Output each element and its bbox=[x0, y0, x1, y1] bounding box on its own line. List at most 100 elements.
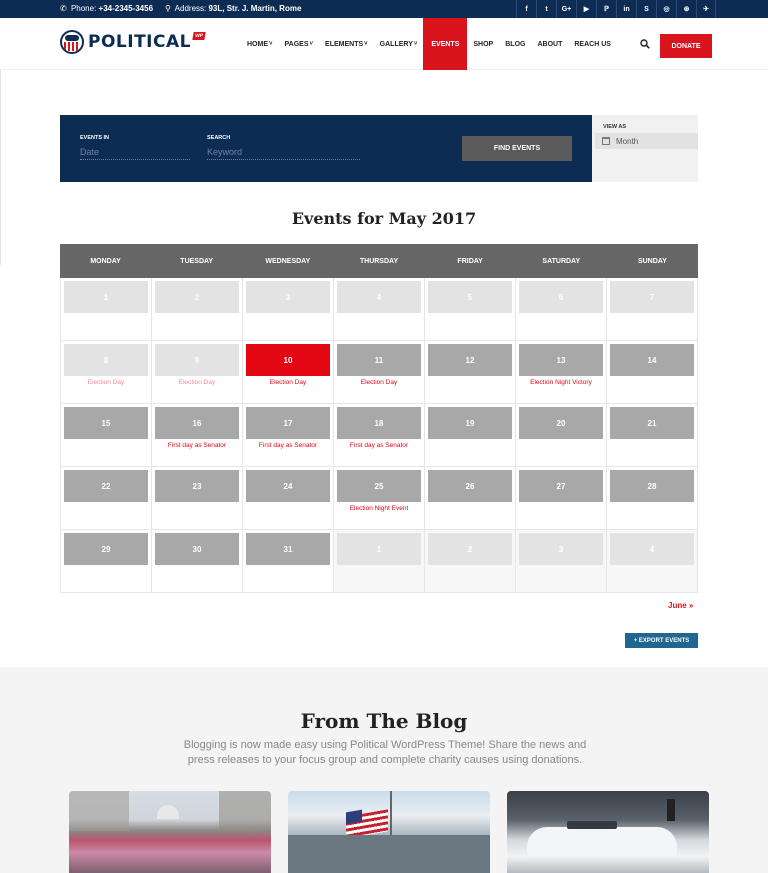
day-number[interactable]: 9 bbox=[155, 344, 239, 376]
day-number[interactable]: 14 bbox=[610, 344, 694, 376]
calendar-event-link[interactable]: Election Day bbox=[65, 379, 147, 387]
linkedin-icon[interactable]: in bbox=[616, 0, 636, 18]
twitter-icon[interactable]: t bbox=[536, 0, 556, 18]
weekday-header: FRIDAY bbox=[457, 257, 483, 265]
day-number[interactable]: 20 bbox=[519, 407, 603, 439]
calendar-day-cell: 2 bbox=[425, 530, 516, 593]
social-links: f t G+ ▶ ℙ in S ◎ ⊛ ✈ bbox=[516, 0, 716, 18]
nav-reach-us[interactable]: REACH US bbox=[568, 18, 617, 70]
day-number[interactable]: 3 bbox=[246, 281, 330, 313]
date-input[interactable]: Date bbox=[80, 147, 190, 160]
nav-blog[interactable]: BLOG bbox=[499, 18, 531, 70]
facebook-icon[interactable]: f bbox=[516, 0, 536, 18]
calendar-event-link[interactable]: Election Day bbox=[247, 379, 329, 387]
nav-events[interactable]: EVENTS bbox=[423, 18, 468, 70]
view-as-select[interactable]: Month bbox=[595, 133, 698, 149]
calendar-event-link[interactable]: First day as Senator bbox=[247, 442, 329, 450]
blog-card-image-march[interactable] bbox=[69, 791, 271, 873]
calendar-event-link[interactable]: Election Day bbox=[156, 379, 238, 387]
skype-icon[interactable]: S bbox=[636, 0, 656, 18]
day-number[interactable]: 27 bbox=[519, 470, 603, 502]
pinterest-icon[interactable]: ℙ bbox=[596, 0, 616, 18]
day-number[interactable]: 18 bbox=[337, 407, 421, 439]
weekday-header: SATURDAY bbox=[542, 257, 581, 265]
day-number[interactable]: 7 bbox=[610, 281, 694, 313]
calendar-event-link[interactable]: First day as Senator bbox=[156, 442, 238, 450]
foursquare-icon[interactable]: ✈ bbox=[696, 0, 716, 18]
day-number[interactable]: 30 bbox=[155, 533, 239, 565]
location-pin-icon: ⚲ bbox=[165, 4, 171, 13]
day-number[interactable]: 5 bbox=[428, 281, 512, 313]
day-number[interactable]: 15 bbox=[64, 407, 148, 439]
nav-home[interactable]: HOME ˅ bbox=[241, 18, 279, 70]
day-number[interactable]: 17 bbox=[246, 407, 330, 439]
site-logo[interactable]: POLITICAL WP bbox=[60, 30, 206, 54]
calendar-day-cell: 30 bbox=[152, 530, 243, 593]
next-month-link[interactable]: June » bbox=[668, 601, 693, 610]
day-number[interactable]: 4 bbox=[610, 533, 694, 565]
calendar-event-link[interactable]: Election Night Victory bbox=[520, 379, 602, 387]
day-number[interactable]: 23 bbox=[155, 470, 239, 502]
day-number[interactable]: 13 bbox=[519, 344, 603, 376]
keyword-input[interactable]: Keyword bbox=[207, 147, 360, 160]
chevron-down-icon: ˅ bbox=[309, 41, 314, 47]
nav-shop[interactable]: SHOP bbox=[467, 18, 499, 70]
calendar-day-cell: 25 Election Night Event bbox=[334, 467, 425, 530]
google-plus-icon[interactable]: G+ bbox=[556, 0, 576, 18]
youtube-icon[interactable]: ▶ bbox=[576, 0, 596, 18]
donate-button[interactable]: DONATE bbox=[660, 34, 712, 58]
nav-label: GALLERY bbox=[379, 40, 413, 48]
weekday-header: THURSDAY bbox=[359, 257, 399, 265]
day-number[interactable]: 12 bbox=[428, 344, 512, 376]
day-number[interactable]: 6 bbox=[519, 281, 603, 313]
nav-elements[interactable]: ELEMENTS ˅ bbox=[319, 18, 374, 70]
dribbble-icon[interactable]: ⊛ bbox=[676, 0, 696, 18]
search-icon[interactable] bbox=[640, 39, 650, 49]
nav-pages[interactable]: PAGES ˅ bbox=[279, 18, 320, 70]
day-number[interactable]: 4 bbox=[337, 281, 421, 313]
day-number[interactable]: 2 bbox=[428, 533, 512, 565]
day-number[interactable]: 28 bbox=[610, 470, 694, 502]
nav-gallery[interactable]: GALLERY ˅ bbox=[374, 18, 424, 70]
calendar-body: 1 2 3 4 5 6 7 8 Election Day 9 Election Day 10 Elect… bbox=[60, 278, 698, 593]
blog-card-image-flag[interactable] bbox=[288, 791, 490, 873]
instagram-icon[interactable]: ◎ bbox=[656, 0, 676, 18]
calendar-day-cell: 3 bbox=[243, 278, 334, 341]
blog-card-image-police[interactable] bbox=[507, 791, 709, 873]
nav-label: PAGES bbox=[284, 40, 309, 48]
day-number[interactable]: 8 bbox=[64, 344, 148, 376]
day-number[interactable]: 16 bbox=[155, 407, 239, 439]
day-number[interactable]: 1 bbox=[64, 281, 148, 313]
day-number[interactable]: 26 bbox=[428, 470, 512, 502]
calendar-day-cell: 21 bbox=[607, 404, 698, 467]
day-number[interactable]: 22 bbox=[64, 470, 148, 502]
event-search-bar: EVENTS IN Date SEARCH Keyword FIND EVENT… bbox=[60, 115, 592, 182]
calendar-event-link[interactable]: Election Day bbox=[338, 379, 420, 387]
day-number[interactable]: 3 bbox=[519, 533, 603, 565]
day-number[interactable]: 31 bbox=[246, 533, 330, 565]
calendar-day-cell: 10 Election Day bbox=[243, 341, 334, 404]
weekday-header: SUNDAY bbox=[637, 257, 667, 265]
day-number[interactable]: 10 bbox=[246, 344, 330, 376]
phone-value[interactable]: +34-2345-3456 bbox=[99, 4, 154, 13]
day-number[interactable]: 2 bbox=[155, 281, 239, 313]
seal-icon bbox=[60, 30, 84, 54]
calendar-header: MONDAY TUESDAY WEDNESDAY THURSDAY FRIDAY SATU… bbox=[60, 244, 698, 278]
export-events-button[interactable]: + EXPORT EVENTS bbox=[625, 633, 698, 648]
day-number[interactable]: 21 bbox=[610, 407, 694, 439]
day-number[interactable]: 25 bbox=[337, 470, 421, 502]
find-events-button[interactable]: FIND EVENTS bbox=[462, 136, 572, 161]
calendar-day-cell: 16 First day as Senator bbox=[152, 404, 243, 467]
day-number[interactable]: 24 bbox=[246, 470, 330, 502]
calendar-event-link[interactable]: First day as Senator bbox=[338, 442, 420, 450]
day-number[interactable]: 11 bbox=[337, 344, 421, 376]
nav-about[interactable]: ABOUT bbox=[531, 18, 568, 70]
calendar-event-link[interactable]: Election Night Event bbox=[338, 505, 420, 513]
calendar-day-cell: 3 bbox=[516, 530, 607, 593]
day-number[interactable]: 19 bbox=[428, 407, 512, 439]
calendar-day-cell: 24 bbox=[243, 467, 334, 530]
day-number[interactable]: 1 bbox=[337, 533, 421, 565]
page-divider bbox=[0, 70, 1, 265]
day-number[interactable]: 29 bbox=[64, 533, 148, 565]
police-car bbox=[527, 827, 677, 857]
